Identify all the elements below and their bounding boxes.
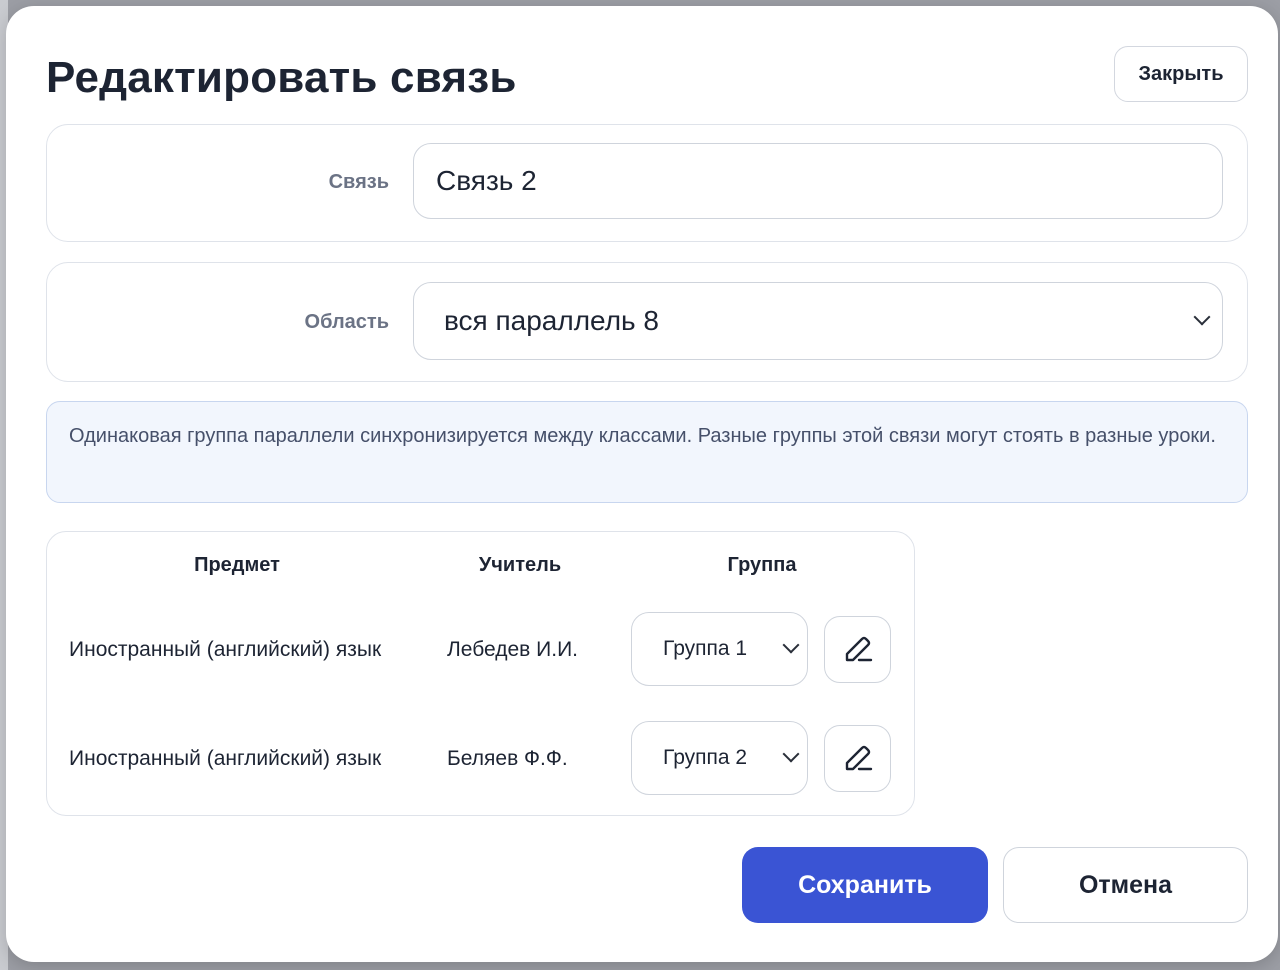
row-subject: Иностранный (английский) язык bbox=[69, 747, 382, 770]
area-select[interactable]: вся параллель 8 bbox=[413, 282, 1223, 360]
dialog-title: Редактировать связь bbox=[46, 53, 517, 102]
pencil-icon bbox=[845, 745, 873, 771]
area-field-label: Область bbox=[304, 311, 389, 333]
info-notice: Одинаковая группа параллели синхронизиру… bbox=[46, 401, 1248, 503]
pencil-icon bbox=[845, 636, 873, 662]
chevron-down-icon bbox=[782, 745, 800, 763]
chevron-down-icon bbox=[1193, 308, 1211, 326]
column-header-subject: Предмет bbox=[194, 554, 280, 576]
chevron-down-icon bbox=[782, 636, 800, 654]
close-button[interactable]: Закрыть bbox=[1114, 46, 1248, 102]
name-input[interactable] bbox=[413, 143, 1223, 219]
group-select-value: Группа 2 bbox=[663, 746, 748, 769]
edit-link-dialog: Редактировать связь Закрыть Связь Област… bbox=[6, 6, 1278, 962]
column-header-teacher: Учитель bbox=[478, 554, 562, 576]
row-subject: Иностранный (английский) язык bbox=[69, 638, 382, 661]
save-button[interactable]: Сохранить bbox=[742, 847, 988, 923]
area-select-value: вся параллель 8 bbox=[444, 305, 659, 336]
edit-group-button[interactable] bbox=[824, 725, 891, 792]
name-field-label: Связь bbox=[328, 171, 389, 193]
row-teacher: Беляев Ф.Ф. bbox=[447, 747, 568, 770]
cancel-button[interactable]: Отмена bbox=[1003, 847, 1248, 923]
info-notice-text: Одинаковая группа параллели синхронизиру… bbox=[69, 425, 1216, 447]
name-field-card: Связь bbox=[46, 124, 1248, 242]
edit-group-button[interactable] bbox=[824, 616, 891, 683]
group-select[interactable]: Группа 2 bbox=[631, 721, 808, 795]
area-field-card: Область вся параллель 8 bbox=[46, 262, 1248, 382]
column-header-group: Группа bbox=[727, 554, 797, 576]
group-select[interactable]: Группа 1 bbox=[631, 612, 808, 686]
group-select-value: Группа 1 bbox=[663, 637, 748, 660]
row-teacher: Лебедев И.И. bbox=[447, 638, 579, 661]
subjects-table: Предмет Учитель Группа Иностранный (англ… bbox=[46, 531, 915, 816]
